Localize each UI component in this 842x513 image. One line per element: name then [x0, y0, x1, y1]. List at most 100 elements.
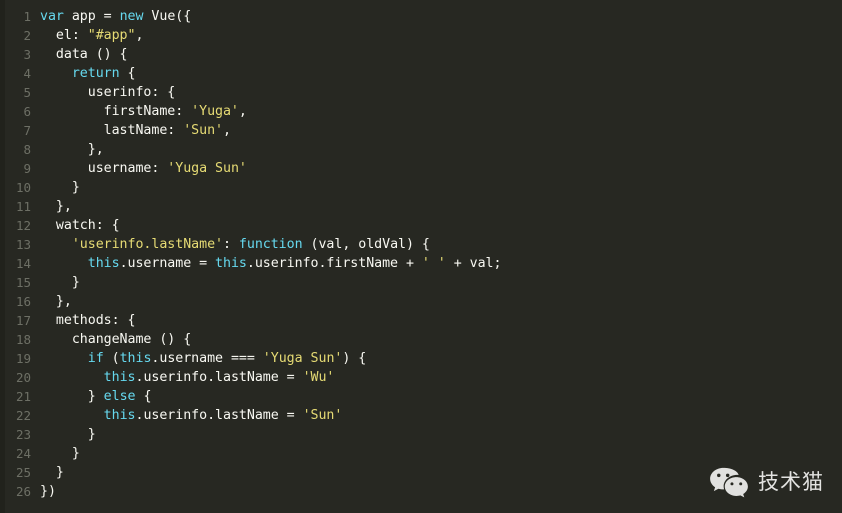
code-token: methods: {: [40, 313, 136, 328]
code-line-content[interactable]: }: [40, 425, 842, 444]
code-line: 10 }: [5, 178, 842, 197]
code-line-content[interactable]: username: 'Yuga Sun': [40, 159, 842, 178]
code-line: 19 if (this.username === 'Yuga Sun') {: [5, 349, 842, 368]
code-line: 23 }: [5, 425, 842, 444]
code-line-content[interactable]: this.userinfo.lastName = 'Wu': [40, 368, 842, 387]
code-token: ,: [135, 28, 144, 43]
line-number: 16: [15, 294, 31, 309]
code-token: 'userinfo.lastName': [71, 237, 223, 252]
code-token: }: [40, 389, 104, 404]
code-lines-table: 1 var app = new Vue({2 el: "#app", 3 data …: [5, 7, 842, 501]
code-line-content[interactable]: userinfo: {: [40, 83, 842, 102]
code-token: Vue({: [143, 9, 192, 24]
code-line: 6 firstName: 'Yuga',: [5, 102, 842, 121]
code-token: .username ===: [151, 351, 263, 366]
code-token: new: [119, 9, 144, 24]
code-line: 18 changeName () {: [5, 330, 842, 349]
code-line-content[interactable]: this.userinfo.lastName = 'Sun': [40, 406, 842, 425]
code-line-content[interactable]: },: [40, 197, 842, 216]
code-token: },: [40, 142, 104, 157]
code-token: .userinfo.lastName =: [135, 370, 303, 385]
code-token: .userinfo.firstName +: [246, 256, 422, 271]
code-token: userinfo: {: [40, 85, 176, 100]
code-token: watch: {: [40, 218, 120, 233]
code-line: 7 lastName: 'Sun',: [5, 121, 842, 140]
code-token: },: [40, 199, 72, 214]
line-number: 24: [15, 446, 31, 461]
code-line-content[interactable]: },: [40, 292, 842, 311]
line-number: 3: [23, 47, 31, 62]
code-token: ,: [222, 123, 231, 138]
code-token: }): [40, 484, 56, 499]
code-line: 9 username: 'Yuga Sun': [5, 159, 842, 178]
line-number: 23: [15, 427, 31, 442]
code-line: 17 methods: {: [5, 311, 842, 330]
watermark: 技术猫: [709, 466, 824, 499]
code-token: ,: [238, 104, 247, 119]
code-line-content[interactable]: return {: [40, 64, 842, 83]
code-token: + val;: [445, 256, 502, 271]
code-screenshot: 1 var app = new Vue({2 el: "#app", 3 data …: [0, 0, 842, 513]
code-token: firstName:: [40, 104, 192, 119]
code-line-content[interactable]: } else {: [40, 387, 842, 406]
code-line-content[interactable]: data () {: [40, 45, 842, 64]
code-line: 21 } else {: [5, 387, 842, 406]
code-token: this: [103, 370, 136, 385]
code-line: 11 },: [5, 197, 842, 216]
code-line: 22 this.userinfo.lastName = 'Sun': [5, 406, 842, 425]
code-token: :: [222, 237, 239, 252]
line-number: 14: [15, 256, 31, 271]
code-line-content[interactable]: }: [40, 444, 842, 463]
line-number: 2: [23, 28, 31, 43]
code-line: 5 userinfo: {: [5, 83, 842, 102]
code-token: "#app": [87, 28, 136, 43]
code-token: }: [40, 275, 80, 290]
code-line-content[interactable]: }: [40, 273, 842, 292]
line-number: 22: [15, 408, 31, 423]
code-token: 'Yuga': [191, 104, 239, 119]
line-number: 20: [15, 370, 31, 385]
code-line-content[interactable]: el: "#app",: [40, 26, 842, 45]
code-token: lastName:: [40, 123, 184, 138]
code-token: function: [238, 237, 303, 252]
line-number: 7: [23, 123, 31, 138]
code-line-content[interactable]: this.username = this.userinfo.firstName …: [40, 254, 842, 273]
code-token: data () {: [40, 47, 128, 62]
code-line: 20 this.userinfo.lastName = 'Wu': [5, 368, 842, 387]
code-line: 3 data () {: [5, 45, 842, 64]
code-line-content[interactable]: 'userinfo.lastName': function (val, oldV…: [40, 235, 842, 254]
code-token: 'Sun': [302, 408, 343, 423]
code-token: el:: [40, 28, 88, 43]
code-line-content[interactable]: if (this.username === 'Yuga Sun') {: [40, 349, 842, 368]
code-token: 'Sun': [183, 123, 223, 138]
code-token: .userinfo.lastName =: [135, 408, 303, 423]
code-line-content[interactable]: firstName: 'Yuga',: [40, 102, 842, 121]
code-line-content[interactable]: methods: {: [40, 311, 842, 330]
line-number: 21: [15, 389, 31, 404]
code-line-content[interactable]: },: [40, 140, 842, 159]
code-line: 13 'userinfo.lastName': function (val, o…: [5, 235, 842, 254]
code-line: 4 return {: [5, 64, 842, 83]
code-token: ' ': [421, 256, 446, 271]
line-number: 25: [15, 465, 31, 480]
code-editor-pane[interactable]: 1 var app = new Vue({2 el: "#app", 3 data …: [5, 0, 842, 513]
code-line-content[interactable]: }: [40, 178, 842, 197]
code-line-content[interactable]: var app = new Vue({: [40, 7, 842, 26]
wechat-logo-icon: [709, 466, 749, 499]
code-line-content[interactable]: lastName: 'Sun',: [40, 121, 842, 140]
code-token: }: [40, 446, 80, 461]
code-line-content[interactable]: watch: {: [40, 216, 842, 235]
code-line: 24 }: [5, 444, 842, 463]
code-line: 2 el: "#app",: [5, 26, 842, 45]
line-number: 26: [15, 484, 31, 499]
line-number: 8: [23, 142, 31, 157]
code-token: 'Yuga Sun': [262, 351, 343, 366]
code-token: this: [87, 256, 120, 271]
code-line-content[interactable]: changeName () {: [40, 330, 842, 349]
code-token: username:: [40, 161, 168, 176]
code-token: }: [40, 427, 96, 442]
code-token: (val, oldVal) {: [302, 237, 430, 252]
